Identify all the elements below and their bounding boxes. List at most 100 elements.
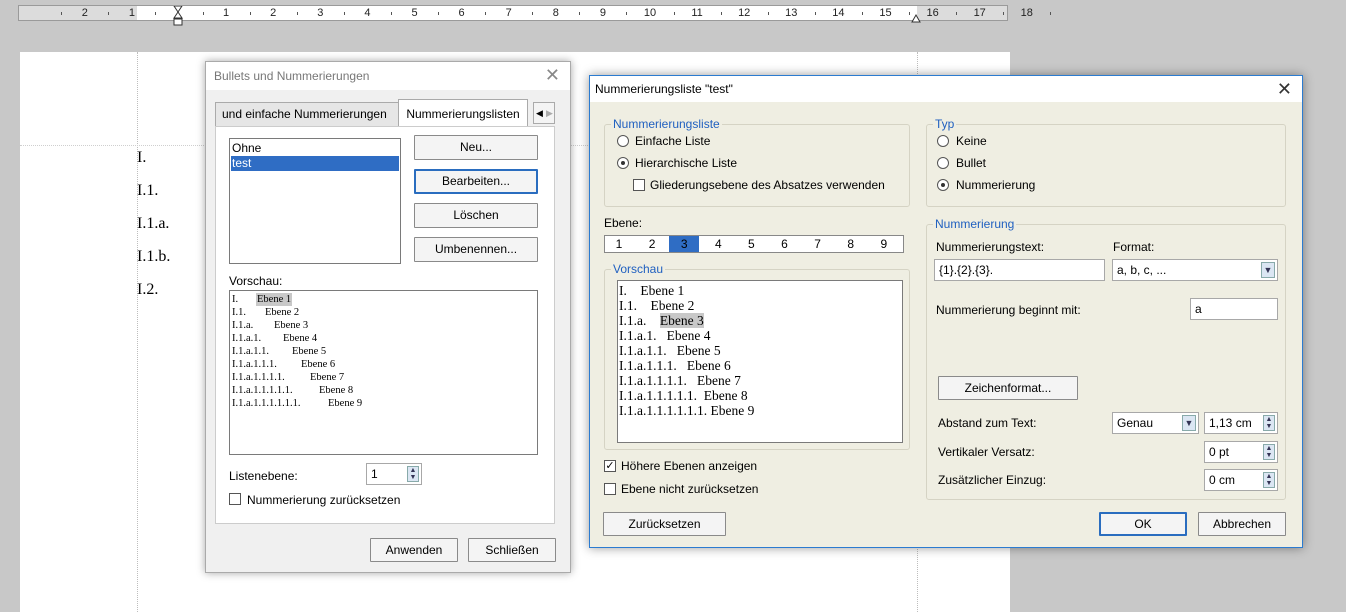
level-cell-1[interactable]: 1 xyxy=(609,236,629,252)
new-button[interactable]: Neu... xyxy=(414,135,538,160)
numbering-text-input[interactable]: {1}.{2}.{3}. xyxy=(934,259,1105,281)
preview-number: I.1.a.1.1.1.1.1.1. xyxy=(232,398,301,409)
spacing-value: 1,13 cm xyxy=(1209,416,1252,430)
level-cell-6[interactable]: 6 xyxy=(775,236,795,252)
level-cell-2[interactable]: 2 xyxy=(642,236,662,252)
level-cell-4[interactable]: 4 xyxy=(708,236,728,252)
list-item-selected[interactable]: test xyxy=(231,156,399,171)
edit-button[interactable]: Bearbeiten... xyxy=(414,169,538,194)
preview-text: Ebene 5 xyxy=(292,346,327,357)
numbering-dialog-titlebar[interactable]: Nummerierungsliste "test" ✕ xyxy=(590,76,1302,102)
type-numbering-radio[interactable] xyxy=(937,179,949,191)
horizontal-ruler[interactable]: 2 1 1 2 3 4 5 6 7 8 9 10 11 12 13 14 15 16 17 18 xyxy=(18,5,1052,21)
doc-line: I.2. xyxy=(137,281,159,298)
apply-button[interactable]: Anwenden xyxy=(370,538,458,562)
arrow-left-icon[interactable]: ◀ xyxy=(536,103,543,123)
numbering-preview-line: I.1.a.1.1.1.1.1.1. Ebene 9 xyxy=(619,403,755,418)
reset-button[interactable]: Zurücksetzen xyxy=(603,512,726,536)
level-cell-5[interactable]: 5 xyxy=(741,236,761,252)
vertical-offset-spinner[interactable]: 0 pt ▲ ▼ xyxy=(1204,441,1278,463)
preview-line: I.1.a.1. Ebene 4 xyxy=(232,332,535,345)
preview-group: Vorschau I. Ebene 1 I.1. Ebene 2 I.1.a. Eb… xyxy=(604,262,910,450)
cancel-button[interactable]: Abbrechen xyxy=(1198,512,1286,536)
preview-text: Ebene 3 xyxy=(274,320,309,331)
hierarchical-list-label: Hierarchische Liste xyxy=(635,156,738,170)
preview-line: I.1.a. Ebene 3 xyxy=(232,319,535,332)
ok-button[interactable]: OK xyxy=(1099,512,1187,536)
character-format-button[interactable]: Zeichenformat... xyxy=(938,376,1078,400)
ruler-minor-tick xyxy=(61,12,63,15)
list-item[interactable]: Ohne xyxy=(230,139,400,156)
group-title: Nummerierung xyxy=(933,217,1017,231)
spinner-arrows-icon[interactable]: ▲ ▼ xyxy=(1263,415,1275,431)
group-title: Nummerierungsliste xyxy=(611,117,722,131)
ruler-tick-label: 2 xyxy=(81,7,88,19)
no-reset-checkbox[interactable] xyxy=(604,483,616,495)
simple-list-label: Einfache Liste xyxy=(635,134,711,148)
preview-number: I.1.a.1.1.1. xyxy=(232,359,277,370)
ruler-minor-tick xyxy=(1003,12,1005,15)
numbering-text-label: Nummerierungstext: xyxy=(936,240,1045,254)
preview-number: I.1.a.1.1.1.1. xyxy=(232,372,285,383)
bullets-dialog-titlebar[interactable]: Bullets und Nummerierungen ✕ xyxy=(206,62,570,90)
right-indent-marker-icon[interactable] xyxy=(911,12,921,23)
start-input[interactable]: a xyxy=(1190,298,1278,320)
ruler-tick-label: 2 xyxy=(270,7,277,19)
close-icon[interactable]: ✕ xyxy=(545,66,560,84)
ruler-minor-tick xyxy=(202,12,204,15)
type-bullet-radio[interactable] xyxy=(937,157,949,169)
ruler-minor-tick xyxy=(673,12,675,15)
arrow-right-icon[interactable]: ▶ xyxy=(546,103,553,123)
rename-button[interactable]: Umbenennen... xyxy=(414,237,538,262)
hierarchical-list-radio[interactable] xyxy=(617,157,629,169)
ruler-tick-label: 7 xyxy=(505,7,512,19)
list-level-value: 1 xyxy=(371,467,378,481)
additional-indent-spinner[interactable]: 0 cm ▲ ▼ xyxy=(1204,469,1278,491)
ruler-minor-tick xyxy=(579,12,581,15)
preview-number: I.1.a.1.1. xyxy=(232,346,270,357)
outline-level-checkbox[interactable] xyxy=(633,179,645,191)
indent-marker-icon[interactable] xyxy=(173,5,183,26)
delete-button[interactable]: Löschen xyxy=(414,203,538,228)
higher-levels-checkbox[interactable]: ✓ xyxy=(604,460,616,472)
spacing-spinner[interactable]: 1,13 cm ▲ ▼ xyxy=(1204,412,1278,434)
format-dropdown[interactable]: a, b, c, ... ▼ xyxy=(1112,259,1278,281)
preview-text: Ebene 9 xyxy=(328,398,363,409)
ruler-minor-tick xyxy=(814,12,816,15)
close-icon[interactable]: ✕ xyxy=(1277,80,1292,98)
chevron-down-icon[interactable]: ▼ xyxy=(1182,415,1196,431)
numbering-preview-box: I. Ebene 1 I.1. Ebene 2 I.1.a. Ebene 3 I.1.… xyxy=(617,280,903,443)
chevron-down-icon[interactable]: ▼ xyxy=(1261,262,1275,278)
level-cell-9[interactable]: 9 xyxy=(874,236,894,252)
level-cell-7[interactable]: 7 xyxy=(808,236,828,252)
tab-simple-numbering[interactable]: und einfache Nummerierungen xyxy=(215,102,399,126)
spinner-arrows-icon[interactable]: ▲ ▼ xyxy=(1263,444,1275,460)
ruler-margin-left xyxy=(19,6,137,20)
simple-list-radio[interactable] xyxy=(617,135,629,147)
level-cell-3[interactable]: 3 xyxy=(669,236,700,252)
preview-line: I.1.a.1.1.1.1.1. Ebene 8 xyxy=(232,384,535,397)
ruler-tick-label: 12 xyxy=(738,7,751,19)
list-level-spinner[interactable]: 1 ▲ ▼ xyxy=(366,463,422,485)
ruler-tick-label: 3 xyxy=(317,7,324,19)
highlighted-level: Ebene 3 xyxy=(659,313,704,328)
vertical-offset-label: Vertikaler Versatz: xyxy=(938,445,1035,459)
preview-text: Ebene 6 xyxy=(301,359,336,370)
bullets-dialog: Bullets und Nummerierungen ✕ und einfach… xyxy=(205,61,571,573)
close-button[interactable]: Schließen xyxy=(468,538,556,562)
outline-level-label: Gliederungsebene des Absatzes verwenden xyxy=(650,178,885,192)
type-none-radio[interactable] xyxy=(937,135,949,147)
preview-number: I.1.a.1.1.1.1.1. xyxy=(232,385,293,396)
numbering-list-box[interactable]: Ohne test xyxy=(229,138,401,264)
level-cell-8[interactable]: 8 xyxy=(841,236,861,252)
level-selector[interactable]: 123456789 xyxy=(604,235,904,253)
spacing-mode-dropdown[interactable]: Genau ▼ xyxy=(1112,412,1199,434)
ruler-minor-tick xyxy=(909,12,911,15)
tab-scroll[interactable]: ◀ ▶ xyxy=(533,102,555,124)
reset-numbering-checkbox[interactable] xyxy=(229,493,241,505)
spinner-arrows-icon[interactable]: ▲ ▼ xyxy=(407,466,419,482)
numbering-preview-line: I.1.a.1.1.1. Ebene 6 xyxy=(619,358,731,373)
spinner-arrows-icon[interactable]: ▲ ▼ xyxy=(1263,472,1275,488)
numbering-preview-line: I.1.a.1.1.1.1. Ebene 7 xyxy=(619,373,741,388)
tab-numbering-lists[interactable]: Nummerierungslisten xyxy=(398,99,528,127)
